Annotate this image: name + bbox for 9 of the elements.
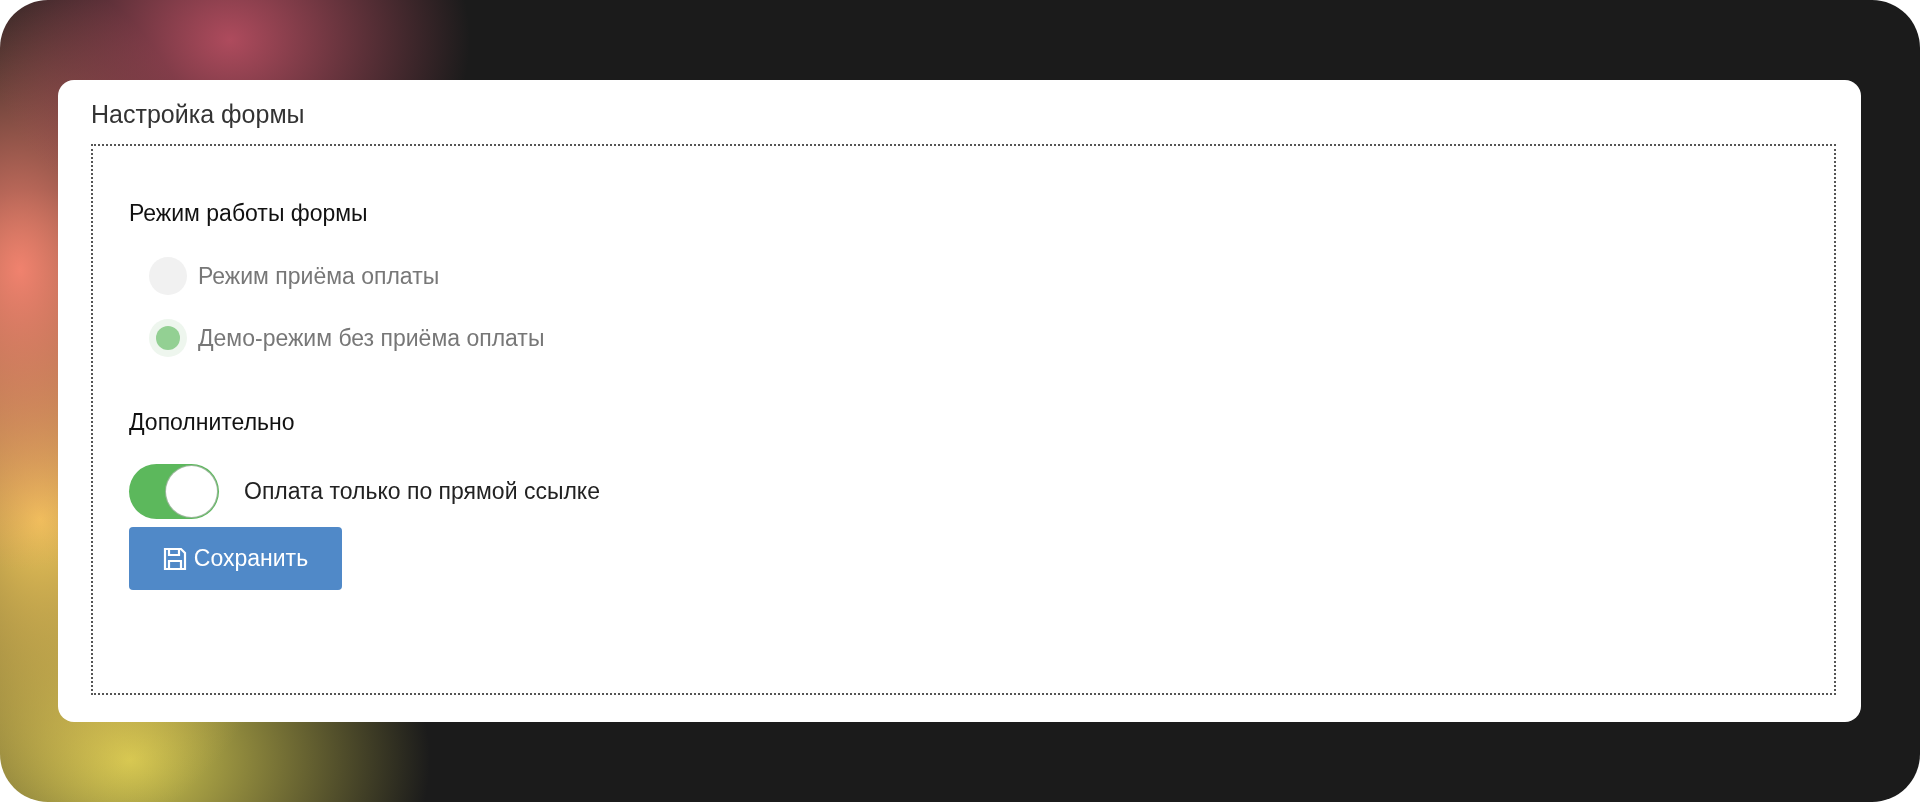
radio-button[interactable] <box>149 319 187 357</box>
toggle-label: Оплата только по прямой ссылке <box>244 478 600 505</box>
radio-label[interactable]: Режим приёма оплаты <box>198 262 440 290</box>
toggle-switch[interactable] <box>129 464 219 519</box>
radio-label[interactable]: Демо-режим без приёма оплаты <box>198 324 545 352</box>
section-heading: Дополнительно <box>129 409 296 436</box>
card-title: Настройка формы <box>91 100 306 129</box>
save-button[interactable]: Сохранить <box>129 527 342 590</box>
section-heading: Режим работы формы <box>129 200 369 227</box>
